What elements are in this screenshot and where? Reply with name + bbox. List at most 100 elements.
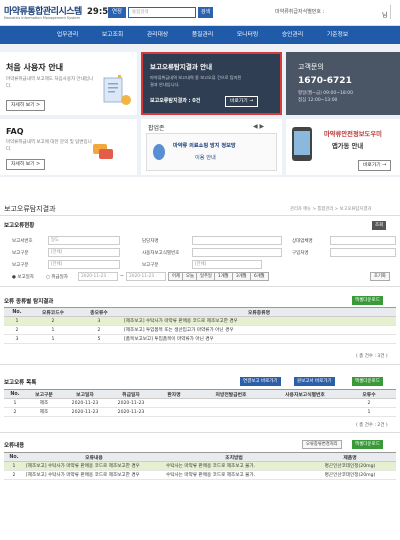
logo-subtitle: Narcotics Information Management System bbox=[4, 16, 80, 20]
type-select[interactable]: [전체] bbox=[48, 248, 120, 257]
breadcrumb: 관리자 메뉴 > 통합관리 > 보고오류탐지결과 bbox=[290, 207, 372, 212]
table-row[interactable]: 3 1 5 [품목보고보고] 투입품목이 마약류가 아닌 경우 bbox=[4, 334, 396, 344]
t3-excel-button[interactable]: 엑셀다운로드 bbox=[352, 440, 383, 449]
col-action[interactable]: 조치방법 bbox=[164, 452, 304, 462]
cell-error-content: [제조보고] 수탁사가 마약류 판매용 코드로 제조보고한 경우 bbox=[24, 470, 164, 480]
cell-error-content: [제조보고] 수탁사가 마약류 판매용 코드로 제조보고한 경우 bbox=[24, 461, 164, 471]
t1-excel-button[interactable]: 엑셀다운로드 bbox=[352, 296, 383, 305]
user-menu-icon[interactable] bbox=[390, 5, 400, 19]
cell-name: [제조보고] 투입품목 또는 생산입고가 마약류가 아닌 경우 bbox=[122, 325, 396, 335]
faq-more-button[interactable]: 자세히 보기 > bbox=[6, 159, 46, 170]
customer-inquiry-title: 고객문의 bbox=[298, 63, 324, 71]
t1-divider bbox=[0, 364, 400, 365]
nav-item-approval[interactable]: 승인관리 bbox=[270, 26, 315, 44]
app-guide-title-2: 앱가동 안내 bbox=[332, 143, 364, 150]
nav-item-work[interactable]: 업무관리 bbox=[45, 26, 90, 44]
lookup-button[interactable]: 조회 bbox=[372, 221, 387, 230]
error-detect-result: 보고오류탐지결과 : 0건 bbox=[150, 98, 201, 104]
table-row[interactable]: 1 2 3 [제조보고] 수탁사가 마약류 판매용 코드로 제조보고한 경우 bbox=[4, 316, 396, 326]
quick-6m[interactable]: 6개월 bbox=[250, 272, 269, 281]
extend-session-button[interactable]: 연장 bbox=[108, 7, 126, 18]
first-user-desc: 마약류취급내역 보고제도 처음사용자 안내입니다. bbox=[6, 77, 94, 89]
doc-no-input[interactable]: 달도 bbox=[48, 236, 120, 245]
customer-hours-weekday: 평일(월~금) 09:00~18:00 bbox=[298, 91, 353, 96]
manager-input[interactable] bbox=[192, 236, 282, 245]
col-error-count[interactable]: 오류수 bbox=[342, 389, 396, 399]
nav-item-monitoring[interactable]: 모니터링 bbox=[225, 26, 270, 44]
radio-handle-date[interactable]: ○ 취급일자 bbox=[46, 274, 68, 280]
search-button[interactable]: 검색 bbox=[198, 7, 213, 18]
label-receiver: 상대업체명 bbox=[292, 239, 313, 244]
cell-no: 2 bbox=[4, 470, 24, 480]
cell-product: 명곤인산코데인정(20mg) bbox=[304, 470, 396, 480]
table-row[interactable]: 1 제조 2020-11-23 2020-11-23 2 bbox=[4, 398, 396, 408]
col-user-id[interactable]: 사용자보고식별번호 bbox=[268, 389, 342, 399]
col-type[interactable]: 보고구분 bbox=[26, 389, 62, 399]
t3-change-type-button[interactable]: 오류종류변경처리 bbox=[302, 440, 342, 449]
cell-total: 3 bbox=[76, 316, 122, 326]
prod-no-input[interactable] bbox=[192, 248, 282, 257]
nav-item-quality[interactable]: 품질관리 bbox=[180, 26, 225, 44]
date-to-input[interactable]: 2020-11-23 bbox=[126, 272, 166, 281]
cell-type: 제조 bbox=[26, 398, 62, 408]
col-error-type-name[interactable]: 오류종류명 bbox=[122, 307, 396, 317]
quick-week[interactable]: 일주일 bbox=[196, 272, 216, 281]
buyer-input[interactable] bbox=[330, 248, 396, 257]
col-no[interactable]: No. bbox=[4, 452, 24, 462]
main-nav: 업무관리 보고조회 관리대상 품질관리 모니터링 승인관리 기준정보 bbox=[0, 26, 400, 44]
date-from-input[interactable]: 2020-11-23 bbox=[78, 272, 118, 281]
error-detect-go-button[interactable]: 바로가기 → bbox=[225, 96, 259, 107]
table-row[interactable]: 1 [제조보고] 수탁사가 마약류 판매용 코드로 제조보고한 경우 수탁사는 … bbox=[4, 461, 396, 471]
col-report-date[interactable]: 보고일자 bbox=[62, 389, 108, 399]
cell-report-date: 2020-11-23 bbox=[62, 407, 108, 417]
col-no[interactable]: No. bbox=[4, 307, 30, 317]
phone-icon bbox=[292, 127, 312, 161]
first-user-more-button[interactable]: 자세히 보기 > bbox=[6, 100, 46, 111]
popup-nav-icon[interactable]: ◀ ▶ bbox=[253, 123, 264, 130]
dashboard-cards: 처음 사용자 안내 마약류취급내역 보고제도 처음사용자 안내입니다. 자세히 … bbox=[0, 44, 400, 177]
col-patient[interactable]: 환자명 bbox=[154, 389, 194, 399]
extra-type-select[interactable]: [전체] bbox=[192, 260, 262, 269]
col-product[interactable]: 제품명 bbox=[304, 452, 396, 462]
popup-zone-title: 팝업존 bbox=[148, 125, 165, 132]
popup-zone-card: 팝업존 ◀ ▶ 마약류 의료쇼핑 방지 정보망 이용 안내 bbox=[141, 119, 282, 175]
quick-3m[interactable]: 3개월 bbox=[232, 272, 251, 281]
radio-report-date[interactable]: ● 보고일자 bbox=[12, 274, 34, 280]
col-code-count[interactable]: 오류코드수 bbox=[30, 307, 76, 317]
cell-name: [제조보고] 수탁사가 마약류 판매용 코드로 제조보고한 경우 bbox=[122, 316, 396, 326]
table-header: No. 오류코드수 총오류수 오류종류명 bbox=[4, 307, 396, 317]
popup-banner[interactable]: 마약류 의료쇼핑 방지 정보망 이용 안내 bbox=[146, 133, 277, 171]
table-row[interactable]: 2 제조 2020-11-23 2020-11-23 1 bbox=[4, 407, 396, 417]
first-user-card: 처음 사용자 안내 마약류취급내역 보고제도 처음사용자 안내입니다. 자세히 … bbox=[0, 52, 137, 115]
cell-rx-no bbox=[194, 398, 268, 408]
t2-link-report-button[interactable]: 연결보고 바로가기 bbox=[240, 377, 281, 386]
cell-no: 1 bbox=[4, 316, 30, 326]
receiver-input[interactable] bbox=[330, 236, 396, 245]
nav-item-standard[interactable]: 기준정보 bbox=[315, 26, 360, 44]
col-error-content[interactable]: 오류내용 bbox=[24, 452, 164, 462]
nav-item-report[interactable]: 보고조회 bbox=[90, 26, 135, 44]
col-total-errors[interactable]: 총오류수 bbox=[76, 307, 122, 317]
app-guide-go-button[interactable]: 바로가기 → bbox=[358, 160, 392, 171]
nav-item-target[interactable]: 관리대상 bbox=[135, 26, 180, 44]
col-handle-date[interactable]: 취급일자 bbox=[108, 389, 154, 399]
reset-button[interactable]: 초기화 bbox=[370, 272, 390, 281]
table-row[interactable]: 2 1 2 [제조보고] 투입품목 또는 생산입고가 마약류가 아닌 경우 bbox=[4, 325, 396, 335]
cell-user-id bbox=[268, 398, 342, 408]
t2-divider bbox=[0, 432, 400, 433]
cell-product: 명곤인산코데인정(20mg) bbox=[304, 461, 396, 471]
cell-total: 5 bbox=[76, 334, 122, 344]
cell-code: 1 bbox=[30, 325, 76, 335]
quick-1m[interactable]: 1개월 bbox=[214, 272, 233, 281]
col-rx-no[interactable]: 처방전발급번호 bbox=[194, 389, 268, 399]
t2-orig-report-button[interactable]: 원보고서 바로가기 bbox=[294, 377, 335, 386]
col-no[interactable]: No. bbox=[4, 389, 26, 399]
t2-excel-button[interactable]: 엑셀다운로드 bbox=[352, 377, 383, 386]
error-detect-card: 보고오류탐지결과 안내 마약류취급내역 보고내역 중 보고오류 건으로 탐지된 … bbox=[141, 52, 282, 115]
search-input[interactable]: 통합검색 bbox=[128, 7, 196, 18]
chat-bubble-icon bbox=[93, 144, 113, 159]
table-row[interactable]: 2 [제조보고] 수탁사가 마약류 판매용 코드로 제조보고한 경우 수탁사는 … bbox=[4, 470, 396, 480]
recv-type-select[interactable]: [전체] bbox=[48, 260, 120, 269]
cell-action: 수탁사는 마약류 판매용 코드로 제조보고 불가. bbox=[164, 470, 304, 480]
label-buyer: 구입처명 bbox=[292, 251, 309, 256]
